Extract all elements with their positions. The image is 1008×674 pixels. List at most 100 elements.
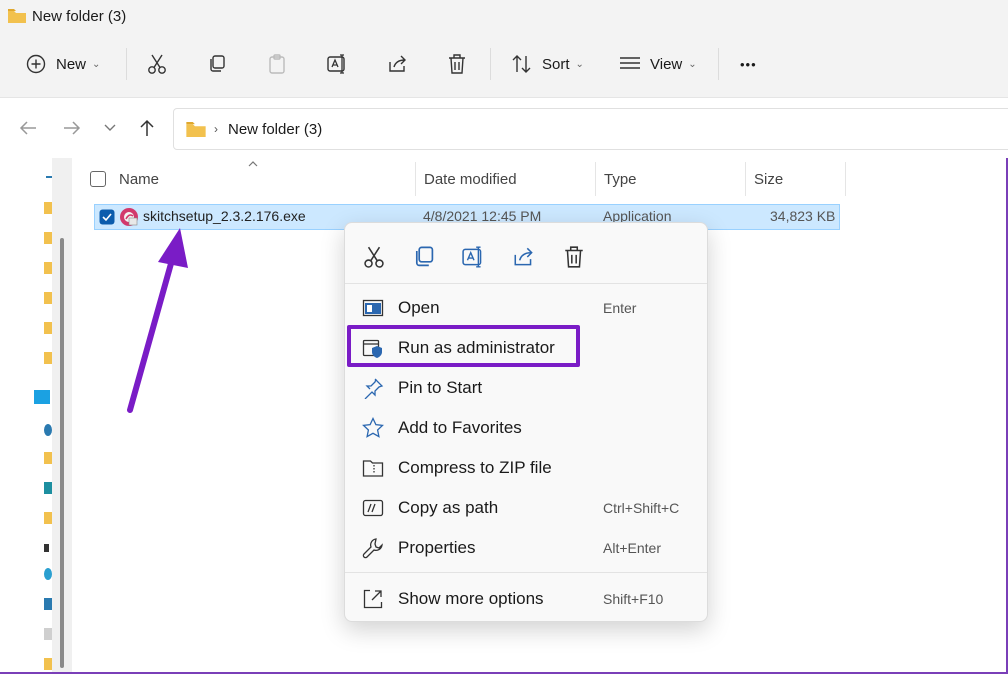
download-icon	[44, 544, 49, 552]
command-bar: New ⌄ Sort ⌄ View ⌄ •••	[0, 32, 1008, 98]
menu-item-compress-zip[interactable]: Compress to ZIP file	[345, 448, 707, 488]
more-button[interactable]: •••	[740, 46, 757, 82]
menu-item-shortcut: Ctrl+Shift+C	[603, 500, 680, 516]
folder-icon	[44, 292, 52, 304]
file-icon	[44, 628, 52, 640]
sort-label: Sort	[542, 55, 570, 73]
folder-icon	[44, 658, 52, 670]
column-divider	[595, 162, 596, 196]
drive-icon	[44, 424, 52, 436]
separator	[490, 48, 491, 80]
onedrive-icon	[34, 390, 50, 404]
paste-button[interactable]	[267, 46, 287, 82]
column-date[interactable]: Date modified	[424, 162, 517, 196]
plus-circle-icon	[26, 54, 46, 74]
clipboard-icon	[269, 54, 285, 74]
forward-arrow-icon[interactable]	[62, 118, 82, 138]
address-bar[interactable]: › New folder (3)	[173, 108, 1008, 150]
view-label: View	[650, 55, 683, 73]
checkbox-checked-icon[interactable]	[99, 209, 115, 225]
delete-button[interactable]	[447, 46, 467, 82]
menu-item-label: Copy as path	[398, 498, 499, 517]
window-title: New folder (3)	[32, 7, 127, 25]
path-icon	[362, 499, 384, 517]
share-icon[interactable]	[512, 245, 536, 269]
up-arrow-icon[interactable]	[137, 118, 157, 138]
new-button[interactable]: New ⌄	[26, 46, 100, 82]
new-label: New	[56, 55, 87, 73]
folder-icon	[44, 202, 52, 214]
highlight-box	[347, 325, 580, 367]
select-all-checkbox[interactable]	[90, 171, 106, 187]
cut-button[interactable]	[147, 46, 167, 82]
separator	[126, 48, 127, 80]
wrench-icon	[362, 538, 383, 559]
annotation-arrow-icon	[127, 228, 188, 413]
folder-icon	[44, 512, 52, 524]
sort-button[interactable]: Sort ⌄	[511, 46, 584, 82]
menu-item-label: Show more options	[398, 589, 544, 608]
copy-icon[interactable]	[412, 245, 436, 269]
star-icon	[362, 417, 384, 438]
folder-icon	[44, 352, 52, 364]
share-icon	[389, 55, 406, 72]
copy-button[interactable]	[207, 46, 227, 82]
column-size[interactable]: Size	[754, 162, 783, 196]
sort-caret-icon	[248, 161, 258, 167]
more-dots-icon: •••	[740, 56, 757, 72]
menu-item-copy-as-path[interactable]: Copy as path Ctrl+Shift+C	[345, 488, 707, 528]
rename-icon[interactable]	[462, 245, 486, 269]
music-icon	[44, 568, 52, 580]
menu-item-shortcut: Alt+Enter	[603, 540, 661, 556]
open-icon	[362, 299, 384, 317]
share-button[interactable]	[387, 46, 409, 82]
menu-item-label: Open	[398, 298, 440, 317]
scrollbar-thumb[interactable]	[60, 238, 64, 668]
menu-item-show-more-options[interactable]: Show more options Shift+F10	[345, 579, 707, 619]
pin-icon	[46, 176, 52, 186]
chevron-down-icon: ⌄	[688, 58, 697, 70]
menu-divider	[345, 572, 707, 573]
chevron-down-icon: ⌄	[92, 58, 101, 70]
recent-chevron-icon[interactable]	[103, 122, 117, 134]
pictures-icon	[44, 598, 52, 610]
chevron-down-icon: ⌄	[575, 58, 584, 70]
sort-icon	[512, 55, 531, 73]
menu-item-label: Add to Favorites	[398, 418, 522, 437]
scissors-icon	[148, 54, 166, 74]
scissors-icon[interactable]	[362, 245, 386, 269]
zip-icon	[362, 460, 384, 477]
context-menu: Open Enter Run as administrator Pin to S…	[344, 222, 708, 622]
menu-item-label: Pin to Start	[398, 378, 483, 397]
folder-icon	[44, 322, 52, 334]
menu-item-pin-to-start[interactable]: Pin to Start	[345, 368, 707, 408]
back-arrow-icon[interactable]	[18, 118, 38, 138]
column-divider	[745, 162, 746, 196]
folder-icon	[44, 232, 52, 244]
file-size: 34,823 KB	[770, 208, 836, 224]
column-header-checkbox[interactable]	[90, 162, 106, 196]
breadcrumb-folder[interactable]: New folder (3)	[228, 121, 322, 138]
folder-icon	[186, 121, 206, 137]
menu-item-add-to-favorites[interactable]: Add to Favorites	[345, 408, 707, 448]
pin-icon	[364, 378, 384, 399]
navigation-pane	[0, 158, 72, 672]
menu-divider	[345, 283, 707, 284]
separator	[718, 48, 719, 80]
view-button[interactable]: View ⌄	[619, 46, 697, 82]
column-type[interactable]: Type	[604, 162, 637, 196]
menu-item-shortcut: Enter	[603, 300, 637, 316]
menu-item-open[interactable]: Open Enter	[345, 288, 707, 328]
trash-icon[interactable]	[562, 245, 586, 269]
rename-icon	[327, 54, 345, 74]
menu-item-shortcut: Shift+F10	[603, 591, 664, 607]
rename-button[interactable]	[327, 46, 349, 82]
desktop-icon	[44, 482, 52, 494]
column-name[interactable]: Name	[119, 162, 159, 196]
menu-item-properties[interactable]: Properties Alt+Enter	[345, 528, 707, 568]
menu-item-label: Compress to ZIP file	[398, 458, 552, 477]
navigation-row: › New folder (3)	[0, 98, 1008, 158]
menu-item-label: Properties	[398, 538, 476, 557]
trash-icon	[449, 54, 465, 74]
title-bar: New folder (3)	[0, 0, 1008, 32]
